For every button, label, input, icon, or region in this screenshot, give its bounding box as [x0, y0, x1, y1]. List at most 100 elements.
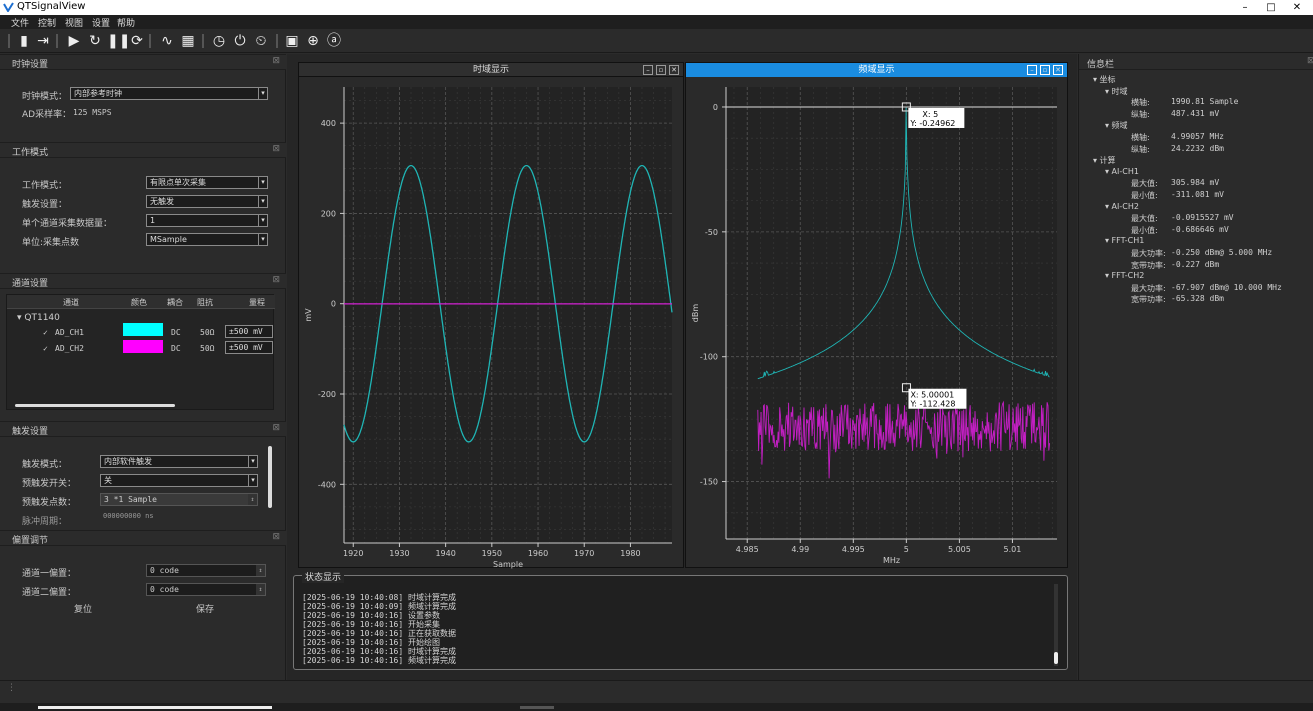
work-mode-value: 有限点单次采集 — [150, 178, 206, 187]
pulse-period-spinbox[interactable]: 000000000 ns — [100, 512, 258, 520]
marker-2-y: Y: -112.428 — [909, 400, 955, 409]
minimize-icon[interactable]: – — [1027, 65, 1037, 75]
waveform-icon[interactable]: ∿ — [158, 32, 176, 50]
info-tree-item[interactable]: ▾ 坐标 — [1093, 74, 1116, 85]
close-icon[interactable]: ✕ — [1053, 65, 1063, 75]
pause-icon[interactable]: ❚❚ — [107, 32, 130, 50]
info-tree-item: 横轴: 1990.81 Sample — [1131, 97, 1238, 108]
info-item-label: ▾ AI-CH2 — [1105, 201, 1139, 211]
save-icon[interactable]: ▣ — [283, 32, 301, 50]
info-item-label: 宽带功率: — [1131, 295, 1166, 305]
marker-2-x: X: 5.00001 — [910, 391, 954, 400]
time-window-titlebar[interactable]: 时域显示 – ▫ ✕ — [299, 63, 683, 77]
menu-settings[interactable]: 设置 — [92, 16, 110, 29]
loop-icon[interactable]: ↻ — [86, 32, 104, 50]
info-tree: ▾ 坐标 ▾ 时域 横轴: 1990.81 Sample 纵轴: 487.431 mV ▾ … — [1079, 74, 1313, 314]
scrollbar-thumb[interactable] — [1054, 652, 1058, 664]
vertical-scrollbar[interactable] — [268, 446, 272, 508]
about-icon[interactable]: ⓐ — [325, 32, 343, 50]
toolbar-separator — [202, 34, 204, 48]
minimize-icon[interactable]: – — [643, 65, 653, 75]
info-tree-item[interactable]: ▾ 频域 — [1105, 120, 1128, 131]
restore-icon[interactable]: ▫ — [656, 65, 666, 75]
stepper-icon[interactable]: ⇕ — [256, 584, 265, 595]
device-node[interactable]: ▾ QT1140 — [17, 313, 60, 323]
maximize-button[interactable]: □ — [1258, 0, 1284, 15]
pretrigger-switch-select[interactable]: 关 ▾ — [100, 474, 258, 487]
restore-icon[interactable]: ▫ — [1040, 65, 1050, 75]
ch2-offset-spinbox[interactable]: 0 code ⇕ — [146, 583, 266, 596]
channel-checkbox[interactable]: ✓ — [43, 328, 48, 337]
info-tree-item[interactable]: ▾ AI-CH1 — [1105, 167, 1139, 176]
info-item-label: 最小值: — [1131, 191, 1158, 200]
menu-control[interactable]: 控制 — [38, 16, 56, 29]
ch1-offset-spinbox[interactable]: 0 code ⇕ — [146, 564, 266, 577]
close-window-button[interactable]: ✕ — [1284, 0, 1310, 15]
close-icon[interactable]: ⊠ — [272, 532, 280, 542]
open-file-icon[interactable]: ▮ — [15, 32, 33, 50]
stepper-icon[interactable]: ⇕ — [248, 494, 257, 505]
channel-impedance: 50Ω — [200, 328, 215, 337]
power-icon[interactable]: ⏻ — [231, 32, 249, 50]
freq-window-title: 频域显示 — [858, 65, 895, 75]
horizontal-scrollbar[interactable] — [15, 404, 175, 407]
timer-off-icon[interactable]: ⏲ — [252, 32, 270, 50]
export-icon[interactable]: ⇥ — [34, 32, 52, 50]
vertical-scrollbar[interactable] — [1054, 584, 1058, 666]
sample-count-select[interactable]: 1 ▾ — [146, 214, 268, 227]
info-tree-item: 最大功率: -0.250 dBm@ 5.000 MHz — [1131, 248, 1272, 259]
info-panel-title: 信息栏 — [1087, 60, 1115, 70]
info-tree-item: 宽带功率: -65.328 dBm — [1131, 294, 1224, 305]
close-icon[interactable]: ⊠ — [272, 275, 280, 285]
x-axis-label: MHz — [883, 556, 900, 565]
close-icon[interactable]: ⊠ — [272, 423, 280, 433]
grid-layout-icon[interactable]: ▦ — [179, 32, 197, 50]
plot-area — [726, 87, 1057, 539]
info-tree-item[interactable]: ▾ FFT-CH2 — [1105, 271, 1144, 280]
info-item-value: -0.250 dBm@ 5.000 MHz — [1171, 248, 1273, 257]
channel-checkbox[interactable]: ✓ — [43, 344, 48, 353]
close-icon[interactable]: ⊠ — [272, 144, 280, 154]
channel-color-swatch[interactable] — [123, 323, 163, 336]
info-tree-item[interactable]: ▾ AI-CH2 — [1105, 202, 1139, 211]
history-icon[interactable]: ◷ — [210, 32, 228, 50]
unit-select[interactable]: MSample ▾ — [146, 233, 268, 246]
sample-count-value: 1 — [150, 216, 156, 225]
channel-color-swatch[interactable] — [123, 340, 163, 353]
info-item-label: 纵轴: — [1131, 109, 1150, 119]
menu-view[interactable]: 视图 — [65, 16, 83, 29]
freq-domain-chart[interactable]: 4.985 4.99 4.995 5 5.005 5.01 -150 -100 -50 0 MHz d… — [686, 77, 1069, 569]
start-icon[interactable]: ▶ — [65, 32, 83, 50]
trigger-mode-select[interactable]: 内部软件触发 ▾ — [100, 455, 258, 468]
clock-mode-select[interactable]: 内部参考时钟 ▾ — [70, 87, 268, 100]
info-tree-item[interactable]: ▾ FFT-CH1 — [1105, 236, 1144, 245]
y-axis-label: dBm — [691, 304, 700, 323]
app-logo-icon — [3, 2, 14, 12]
channel-range-select[interactable]: ±500 mV — [225, 341, 273, 354]
col-channel: 通道 — [63, 298, 79, 307]
pretrigger-points-spinbox[interactable]: 3 *1 Sample ⇕ — [100, 493, 258, 506]
close-icon[interactable]: ✕ — [669, 65, 679, 75]
minimize-button[interactable]: – — [1232, 0, 1258, 15]
time-domain-chart[interactable]: 1920 1930 1940 1950 1960 1970 1980 -400 -200 0 200… — [299, 77, 685, 569]
stepper-icon[interactable]: ⇕ — [256, 565, 265, 576]
channel-range-select[interactable]: ±500 mV — [225, 325, 273, 338]
work-mode-select[interactable]: 有限点单次采集 ▾ — [146, 176, 268, 189]
save-button[interactable]: 保存 — [196, 602, 214, 615]
info-tree-item[interactable]: ▾ 时域 — [1105, 86, 1128, 97]
refresh-icon[interactable]: ⟳ — [128, 32, 146, 50]
info-item-label: ▾ 频域 — [1105, 121, 1128, 131]
menu-help[interactable]: 帮助 — [117, 16, 135, 29]
info-item-label: 宽带功率: — [1131, 260, 1166, 270]
info-item-value: -67.907 dBm@ 10.000 MHz — [1171, 282, 1282, 292]
close-icon[interactable]: ⊠ — [1307, 56, 1313, 66]
info-tree-item: 宽带功率: -0.227 dBm — [1131, 260, 1219, 271]
globe-icon[interactable]: ⊕ — [304, 32, 322, 50]
info-tree-item[interactable]: ▾ 计算 — [1093, 155, 1116, 166]
trigger-setting-select[interactable]: 无触发 ▾ — [146, 195, 268, 208]
freq-window-titlebar[interactable]: 频域显示 – ▫ ✕ — [686, 63, 1067, 77]
close-icon[interactable]: ⊠ — [272, 56, 280, 66]
reset-button[interactable]: 复位 — [74, 602, 92, 615]
menu-file[interactable]: 文件 — [11, 16, 29, 29]
y-tick-label: -150 — [700, 478, 718, 487]
